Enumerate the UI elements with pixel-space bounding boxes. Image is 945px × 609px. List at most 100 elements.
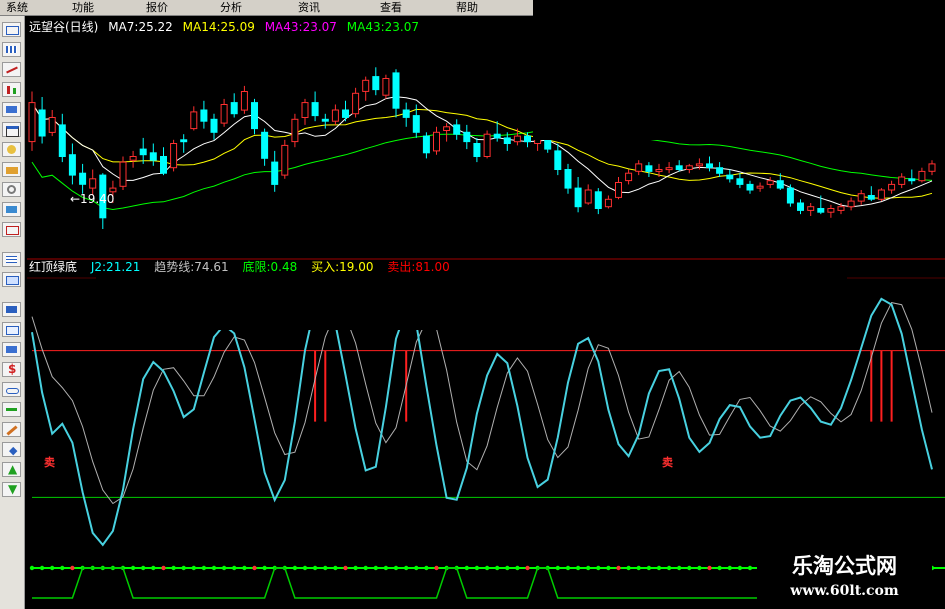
chart-icon[interactable] — [2, 22, 21, 37]
candle-body-down — [797, 202, 804, 211]
image-icon[interactable] — [2, 202, 21, 217]
candle — [321, 113, 329, 129]
candle-body-down — [453, 124, 461, 135]
candle-body-up — [837, 206, 845, 211]
candle-body-up — [281, 144, 289, 176]
window-icon[interactable] — [2, 122, 21, 137]
menu-view[interactable]: 查看 — [380, 0, 402, 15]
candle-body-up — [807, 206, 815, 211]
candle — [766, 177, 774, 189]
candle-body-up — [857, 193, 865, 202]
candle — [877, 188, 885, 202]
floor-dot — [616, 565, 621, 571]
candle — [918, 167, 926, 183]
folder-icon[interactable] — [2, 162, 21, 177]
menu-analysis[interactable]: 分析 — [220, 0, 242, 15]
up-icon[interactable]: ▲ — [2, 462, 21, 477]
floor-dot — [727, 565, 732, 571]
candle-body-down — [180, 139, 188, 143]
floor-dot — [333, 565, 338, 571]
candle-body-down — [412, 115, 420, 133]
info-icon[interactable] — [2, 142, 21, 157]
candle — [574, 177, 582, 213]
candle — [160, 147, 167, 176]
candle-body-up — [89, 178, 97, 189]
sell-value: 卖出:81.00 — [387, 260, 450, 274]
candle-body-up — [382, 78, 390, 96]
candle-body-down — [139, 148, 147, 156]
candle — [58, 113, 66, 163]
occlusion-top-right — [533, 0, 945, 140]
candle — [443, 123, 451, 142]
floor-dot — [717, 565, 722, 571]
menu-help[interactable]: 帮助 — [456, 0, 478, 15]
floor-dot — [363, 565, 368, 571]
candle-body-down — [594, 191, 602, 210]
line-icon[interactable] — [2, 62, 21, 77]
floor-dot — [707, 565, 712, 571]
candle-body-up — [888, 183, 896, 191]
candle-body-down — [817, 208, 825, 213]
table-icon[interactable] — [2, 102, 21, 117]
return-icon[interactable] — [2, 402, 21, 417]
bar-icon[interactable] — [2, 82, 21, 97]
candle — [210, 113, 218, 140]
down-icon[interactable]: ▼ — [2, 482, 21, 497]
floor-dot — [353, 565, 358, 571]
candle-body-up — [331, 109, 339, 122]
candle — [291, 113, 299, 148]
candle — [38, 97, 46, 144]
sell-marker-left: 卖 — [44, 456, 55, 469]
watermark-title: 乐淘公式网 — [792, 553, 897, 578]
candle — [240, 85, 248, 114]
candle-body-down — [746, 183, 754, 191]
candle — [392, 69, 400, 118]
grid-icon[interactable] — [2, 42, 21, 57]
floor-dot — [687, 565, 692, 571]
candle — [665, 162, 673, 174]
candle-body-down — [554, 150, 562, 170]
left-toolbar: $ ◆ ▲ ▼ — [0, 16, 25, 609]
monitor-icon[interactable] — [2, 342, 21, 357]
j2-value: J2:21.21 — [90, 260, 141, 274]
candle — [685, 163, 693, 174]
floor-dot — [70, 565, 75, 571]
indicator-legend: 红顶绿底 J2:21.21 趋势线:74.61 底限:0.48 买入:19.00… — [29, 259, 450, 275]
gear-icon[interactable] — [2, 182, 21, 197]
menu-function[interactable]: 功能 — [72, 0, 94, 15]
j2-line — [31, 297, 933, 547]
candle — [817, 195, 825, 215]
candle-body-up — [928, 163, 936, 172]
report-icon[interactable] — [2, 272, 21, 287]
candle-body-up — [170, 143, 178, 169]
candle-body-up — [604, 198, 612, 208]
candle-body-down — [251, 102, 258, 130]
text-icon[interactable] — [2, 222, 21, 237]
floor-dot — [575, 565, 581, 571]
list-icon[interactable] — [2, 252, 21, 267]
stats-icon[interactable] — [2, 302, 21, 317]
floor-dot — [383, 565, 389, 571]
candle-body-up — [433, 131, 440, 152]
candle-body-up — [28, 102, 36, 143]
candle — [554, 143, 562, 176]
candle-body-up — [301, 102, 309, 118]
candle-body-down — [372, 76, 380, 91]
menu-quote[interactable]: 报价 — [146, 0, 168, 15]
calc-icon[interactable] — [2, 322, 21, 337]
candle — [513, 128, 521, 146]
candle-body-down — [867, 195, 875, 200]
candle-body-down — [716, 167, 724, 174]
pen-icon[interactable] — [2, 422, 21, 437]
arrow-icon[interactable]: ◆ — [2, 442, 21, 457]
candle-body-down — [706, 163, 713, 169]
menu-info[interactable]: 资讯 — [298, 0, 320, 15]
link-icon[interactable] — [2, 382, 21, 397]
money-icon[interactable]: $ — [2, 362, 21, 377]
menu-system[interactable]: 系统 — [6, 0, 28, 15]
candle-body-down — [645, 165, 653, 172]
candle — [483, 130, 491, 159]
candle — [635, 160, 643, 176]
floor-dot — [626, 565, 631, 571]
candle-body-up — [756, 185, 764, 189]
